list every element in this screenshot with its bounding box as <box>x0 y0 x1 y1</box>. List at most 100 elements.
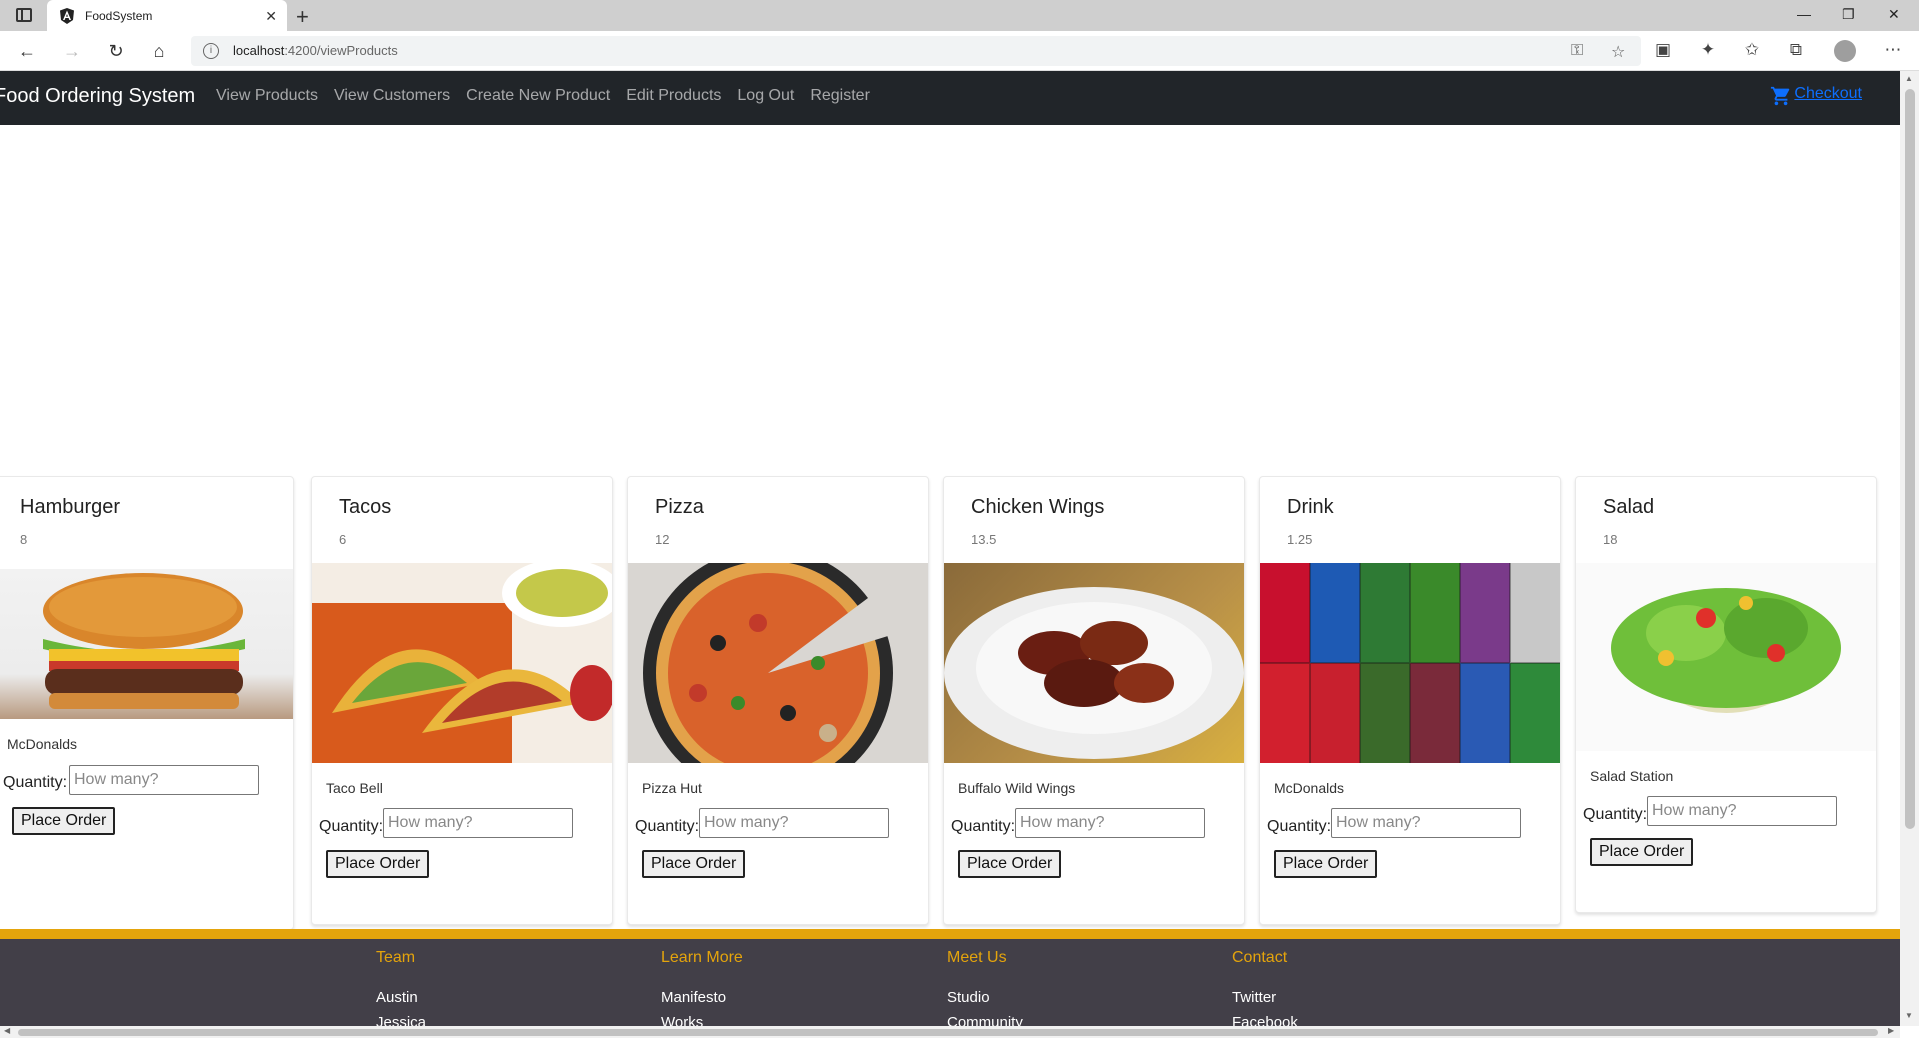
footer-column-contact: Contact Twitter Facebook <box>1232 949 1298 1026</box>
footer-link[interactable]: Austin <box>376 989 426 1006</box>
place-order-button[interactable]: Place Order <box>1590 838 1694 866</box>
quantity-label: Quantity: <box>3 774 68 791</box>
product-vendor: Pizza Hut <box>642 780 702 796</box>
hamburger-image <box>0 569 293 719</box>
place-order-button[interactable]: Place Order <box>1274 850 1378 878</box>
place-order-button[interactable]: Place Order <box>958 850 1062 878</box>
quantity-label: Quantity: <box>1583 806 1648 823</box>
cart-icon <box>1771 86 1790 106</box>
product-price: 18 <box>1603 532 1618 547</box>
footer: Team Austin Jessica Learn More Manifesto… <box>0 929 1900 1026</box>
forward-icon[interactable]: → <box>61 41 83 61</box>
footer-heading: Learn More <box>661 949 743 966</box>
quantity-label: Quantity: <box>635 818 700 835</box>
restore-icon[interactable]: ❐ <box>1842 6 1855 23</box>
product-vendor: McDonalds <box>7 736 78 752</box>
product-name: Pizza <box>655 496 704 518</box>
checkout-label: Checkout <box>1794 85 1862 102</box>
new-tab-icon[interactable]: + <box>296 4 309 30</box>
footer-link[interactable]: Manifesto <box>661 989 743 1006</box>
back-icon[interactable]: ← <box>16 41 38 61</box>
product-price: 12 <box>655 532 670 547</box>
nav-view-products[interactable]: View Products <box>216 87 318 105</box>
nav-create-product[interactable]: Create New Product <box>466 87 610 105</box>
extension-icon[interactable]: ▣ <box>1652 40 1674 60</box>
product-vendor: Taco Bell <box>326 780 383 796</box>
checkout-link[interactable]: Checkout <box>1770 85 1862 107</box>
quantity-input[interactable] <box>1331 808 1521 838</box>
nav-links: View Products View Customers Create New … <box>216 87 886 105</box>
scroll-right-icon[interactable]: ▶ <box>1888 1026 1894 1035</box>
url-text: localhost:4200/viewProducts <box>233 43 398 58</box>
tab-close-icon[interactable]: ✕ <box>265 8 277 25</box>
product-name: Tacos <box>339 496 392 518</box>
quantity-input[interactable] <box>383 808 573 838</box>
scroll-up-icon[interactable]: ▲ <box>1905 74 1913 83</box>
footer-column-team: Team Austin Jessica <box>376 949 426 1026</box>
horizontal-scrollbar[interactable]: ◀ ▶ <box>0 1026 1900 1038</box>
product-card: Salad 18 Salad Station Quantity: Place O… <box>1575 476 1877 913</box>
footer-link[interactable]: Community <box>947 1014 1023 1026</box>
product-name: Drink <box>1287 496 1334 518</box>
reload-icon[interactable]: ↻ <box>105 41 127 61</box>
footer-heading: Team <box>376 949 416 966</box>
close-window-icon[interactable]: ✕ <box>1888 6 1900 23</box>
nav-view-customers[interactable]: View Customers <box>334 87 450 105</box>
place-order-button[interactable]: Place Order <box>642 850 746 878</box>
address-bar[interactable]: i localhost:4200/viewProducts ⚿ ☆ <box>191 36 1641 66</box>
quantity-input[interactable] <box>69 765 259 795</box>
browser-tab-strip: FoodSystem ✕ + — ❐ ✕ <box>0 0 1919 31</box>
horizontal-scroll-thumb[interactable] <box>18 1029 1878 1036</box>
footer-link[interactable]: Works <box>661 1014 743 1026</box>
footer-link[interactable]: Jessica <box>376 1014 426 1026</box>
place-order-button[interactable]: Place Order <box>12 807 116 835</box>
brand[interactable]: Food Ordering System <box>0 85 195 108</box>
product-name: Salad <box>1603 496 1655 518</box>
quantity-input[interactable] <box>1647 796 1837 826</box>
favorites-icon[interactable]: ✩ <box>1741 40 1763 60</box>
product-card: Drink 1.25 McDonalds Quantity: Place Ord… <box>1259 476 1561 925</box>
footer-heading: Meet Us <box>947 949 1007 966</box>
puzzle-icon[interactable]: ✦ <box>1697 40 1719 60</box>
navbar: Food Ordering System View Products View … <box>0 71 1900 125</box>
footer-link[interactable]: Studio <box>947 989 1023 1006</box>
soda-cans-image <box>1260 563 1560 763</box>
nav-edit-products[interactable]: Edit Products <box>626 87 721 105</box>
nav-log-out[interactable]: Log Out <box>737 87 794 105</box>
minimize-icon[interactable]: — <box>1797 6 1811 22</box>
profile-avatar[interactable] <box>1834 40 1856 62</box>
place-order-button[interactable]: Place Order <box>326 850 430 878</box>
browser-tab[interactable]: FoodSystem ✕ <box>47 0 287 31</box>
scroll-down-icon[interactable]: ▼ <box>1905 1011 1913 1020</box>
quantity-label: Quantity: <box>319 818 384 835</box>
vertical-scroll-thumb[interactable] <box>1905 89 1915 829</box>
site-info-icon[interactable]: i <box>203 43 219 59</box>
product-price: 13.5 <box>971 532 997 547</box>
quantity-label: Quantity: <box>951 818 1016 835</box>
footer-link[interactable]: Facebook <box>1232 1014 1298 1026</box>
tab-title: FoodSystem <box>85 8 153 23</box>
favorite-star-icon[interactable]: ☆ <box>1611 42 1625 62</box>
product-price: 1.25 <box>1287 532 1313 547</box>
quantity-label: Quantity: <box>1267 818 1332 835</box>
footer-link[interactable]: Twitter <box>1232 989 1298 1006</box>
scroll-left-icon[interactable]: ◀ <box>4 1026 10 1035</box>
browser-toolbar: ← → ↻ ⌂ i localhost:4200/viewProducts ⚿ … <box>0 31 1919 71</box>
page-viewport: Food Ordering System View Products View … <box>0 71 1900 1026</box>
key-icon[interactable]: ⚿ <box>1571 42 1583 60</box>
product-name: Hamburger <box>20 496 121 518</box>
sidebar-toggle-icon[interactable] <box>16 8 32 22</box>
home-icon[interactable]: ⌂ <box>148 41 170 61</box>
product-card: Chicken Wings 13.5 Buffalo Wild Wings Qu… <box>943 476 1245 925</box>
quantity-input[interactable] <box>699 808 889 838</box>
product-vendor: Buffalo Wild Wings <box>958 780 1076 796</box>
footer-heading: Contact <box>1232 949 1288 966</box>
quantity-input[interactable] <box>1015 808 1205 838</box>
nav-register[interactable]: Register <box>810 87 870 105</box>
collections-icon[interactable]: ⧉ <box>1785 40 1807 60</box>
vertical-scrollbar[interactable]: ▲ ▼ <box>1900 71 1919 1026</box>
chicken-wings-image <box>944 563 1244 763</box>
angular-icon <box>60 7 74 24</box>
tacos-image <box>312 563 612 763</box>
more-menu-icon[interactable]: ⋯ <box>1882 40 1904 60</box>
